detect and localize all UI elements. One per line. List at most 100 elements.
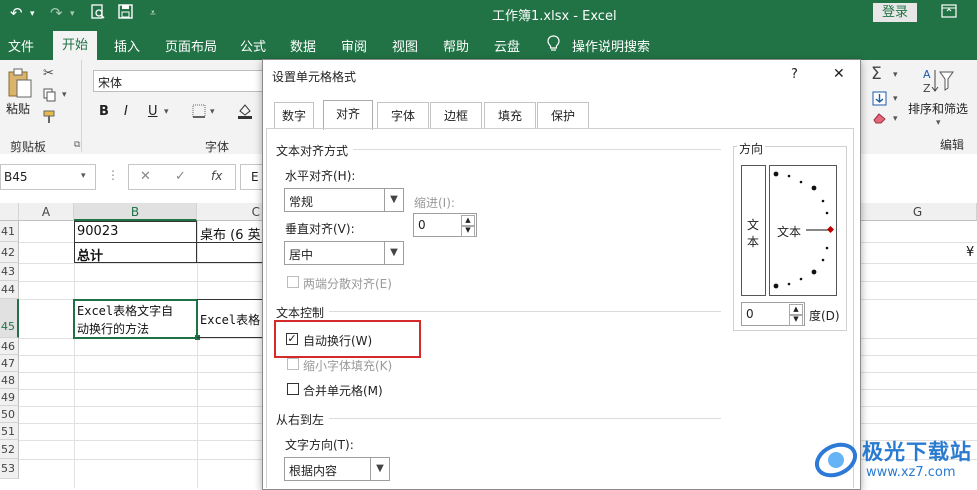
login-button[interactable]: 登录 [873, 3, 917, 22]
column-header-g[interactable]: G [859, 203, 977, 221]
vertical-align-select[interactable]: 居中 ▼ [284, 241, 404, 265]
cut-icon[interactable]: ✂ [43, 66, 54, 81]
row-header-53[interactable]: 53 [0, 459, 19, 479]
orientation-dial[interactable]: 文本 [769, 165, 837, 296]
name-box[interactable]: B45 ▾ [0, 164, 96, 190]
cell-b41[interactable]: 90023 [77, 224, 118, 239]
name-box-dropdown-icon[interactable]: ▾ [81, 171, 86, 181]
format-painter-icon[interactable] [43, 110, 57, 127]
italic-button[interactable]: I [124, 104, 128, 119]
autosum-dropdown-icon[interactable]: ▾ [893, 70, 898, 80]
copy-dropdown-icon[interactable]: ▾ [62, 90, 67, 100]
tab-alignment[interactable]: 对齐 [323, 100, 373, 130]
text-direction-select[interactable]: 根据内容 ▼ [284, 457, 390, 481]
chevron-down-icon[interactable]: ▼ [370, 458, 389, 480]
spin-down-icon[interactable]: ▼ [461, 225, 475, 237]
cell-b45-line1: Excel表格文字自 [77, 304, 174, 318]
clear-dropdown-icon[interactable]: ▾ [893, 114, 898, 124]
fill-down-icon[interactable] [872, 91, 887, 109]
tab-review[interactable]: 审阅 [341, 36, 367, 55]
tab-home[interactable]: 开始 [53, 31, 98, 60]
column-header-b[interactable]: B [74, 203, 197, 221]
indent-spinner[interactable]: 0 ▲ ▼ [413, 213, 477, 237]
sort-filter-icon[interactable]: AZ [922, 66, 954, 99]
tab-border[interactable]: 边框 [430, 102, 482, 128]
row-header-51[interactable]: 51 [0, 423, 19, 440]
chevron-down-icon[interactable]: ▼ [384, 242, 403, 264]
copy-icon[interactable] [43, 88, 57, 105]
wrap-text-checkbox[interactable]: ✓ [286, 333, 298, 345]
underline-dropdown-icon[interactable]: ▾ [164, 107, 169, 117]
help-button[interactable]: ? [791, 67, 798, 82]
chevron-down-icon[interactable]: ▼ [384, 189, 403, 211]
tab-page-layout[interactable]: 页面布局 [165, 36, 217, 55]
undo-icon[interactable]: ↶ [10, 4, 23, 22]
row-header-44[interactable]: 44 [0, 281, 19, 299]
formula-buttons: ✕ ✓ fx [128, 164, 236, 190]
enter-icon[interactable]: ✓ [175, 169, 186, 184]
vertical-text-button[interactable]: 文 本 [741, 165, 766, 296]
sort-filter-dropdown-icon[interactable]: ▾ [936, 118, 941, 128]
column-header-c[interactable]: C [197, 203, 267, 221]
row-header-50[interactable]: 50 [0, 406, 19, 423]
customize-toolbar-icon[interactable]: ⩡ [150, 8, 156, 19]
cell-g42[interactable]: ¥ [966, 245, 974, 260]
tab-data[interactable]: 数据 [290, 36, 316, 55]
tab-formulas[interactable]: 公式 [240, 36, 266, 55]
column-header-a[interactable]: A [19, 203, 74, 221]
wrap-text-label[interactable]: 自动换行(W) [303, 332, 372, 349]
cancel-icon[interactable]: ✕ [140, 169, 151, 184]
close-icon[interactable]: ✕ [833, 66, 845, 82]
row-header-47[interactable]: 47 [0, 355, 19, 372]
sort-filter-button[interactable]: 排序和筛选 [908, 100, 968, 117]
tab-help[interactable]: 帮助 [443, 36, 469, 55]
cell-c45[interactable]: Excel表格 [200, 311, 260, 328]
row-header-45[interactable]: 45 [0, 299, 19, 338]
merge-cells-checkbox[interactable] [287, 383, 299, 395]
tab-font[interactable]: 字体 [377, 102, 429, 128]
underline-button[interactable]: U [148, 104, 158, 119]
row-header-46[interactable]: 46 [0, 338, 19, 355]
undo-dropdown-icon[interactable]: ▾ [30, 9, 35, 19]
tab-protection[interactable]: 保护 [537, 102, 589, 128]
tell-me-search[interactable]: 操作说明搜索 [572, 36, 650, 55]
tab-file[interactable]: 文件 [8, 36, 34, 55]
cell-b42[interactable]: 总计 [77, 245, 103, 264]
row-header-42[interactable]: 42 [0, 242, 19, 263]
tab-cloud[interactable]: 云盘 [494, 36, 520, 55]
spin-down-icon[interactable]: ▼ [789, 314, 803, 326]
insert-function-icon[interactable]: fx [211, 169, 222, 183]
name-box-value: B45 [4, 170, 28, 184]
bold-button[interactable]: B [99, 104, 109, 119]
fill-color-icon[interactable] [237, 102, 253, 123]
fill-dropdown-icon[interactable]: ▾ [893, 94, 898, 104]
cell-c41[interactable]: 桌布 (6 英 [200, 224, 261, 243]
borders-dropdown-icon[interactable]: ▾ [210, 107, 215, 117]
clear-icon[interactable] [872, 112, 887, 127]
degree-spinner[interactable]: 0 ▲ ▼ [741, 302, 805, 326]
tab-fill[interactable]: 填充 [484, 102, 536, 128]
row-header-48[interactable]: 48 [0, 372, 19, 389]
save-icon[interactable] [118, 4, 133, 23]
shrink-to-fit-checkbox [287, 358, 299, 370]
paste-button[interactable]: 粘贴 [6, 100, 30, 117]
borders-icon[interactable] [192, 104, 206, 121]
print-preview-icon[interactable] [90, 4, 106, 24]
row-header-52[interactable]: 52 [0, 440, 19, 459]
ribbon-display-icon[interactable] [941, 4, 957, 21]
degree-value: 0 [746, 307, 754, 321]
select-all-corner[interactable] [0, 203, 19, 221]
horizontal-align-select[interactable]: 常规 ▼ [284, 188, 404, 212]
row-header-49[interactable]: 49 [0, 389, 19, 406]
row-header-43[interactable]: 43 [0, 263, 19, 281]
row-header-41[interactable]: 41 [0, 221, 19, 242]
tab-number[interactable]: 数字 [274, 102, 314, 128]
merge-cells-label[interactable]: 合并单元格(M) [303, 382, 383, 399]
font-name-box[interactable]: 宋体 [93, 70, 263, 92]
paste-icon[interactable] [7, 68, 33, 103]
tab-insert[interactable]: 插入 [114, 36, 140, 55]
clipboard-launcher-icon[interactable]: ⧉ [74, 140, 80, 150]
tab-view[interactable]: 视图 [392, 36, 418, 55]
autosum-icon[interactable]: Σ [871, 64, 882, 84]
vertical-text-char-2: 本 [747, 235, 760, 249]
